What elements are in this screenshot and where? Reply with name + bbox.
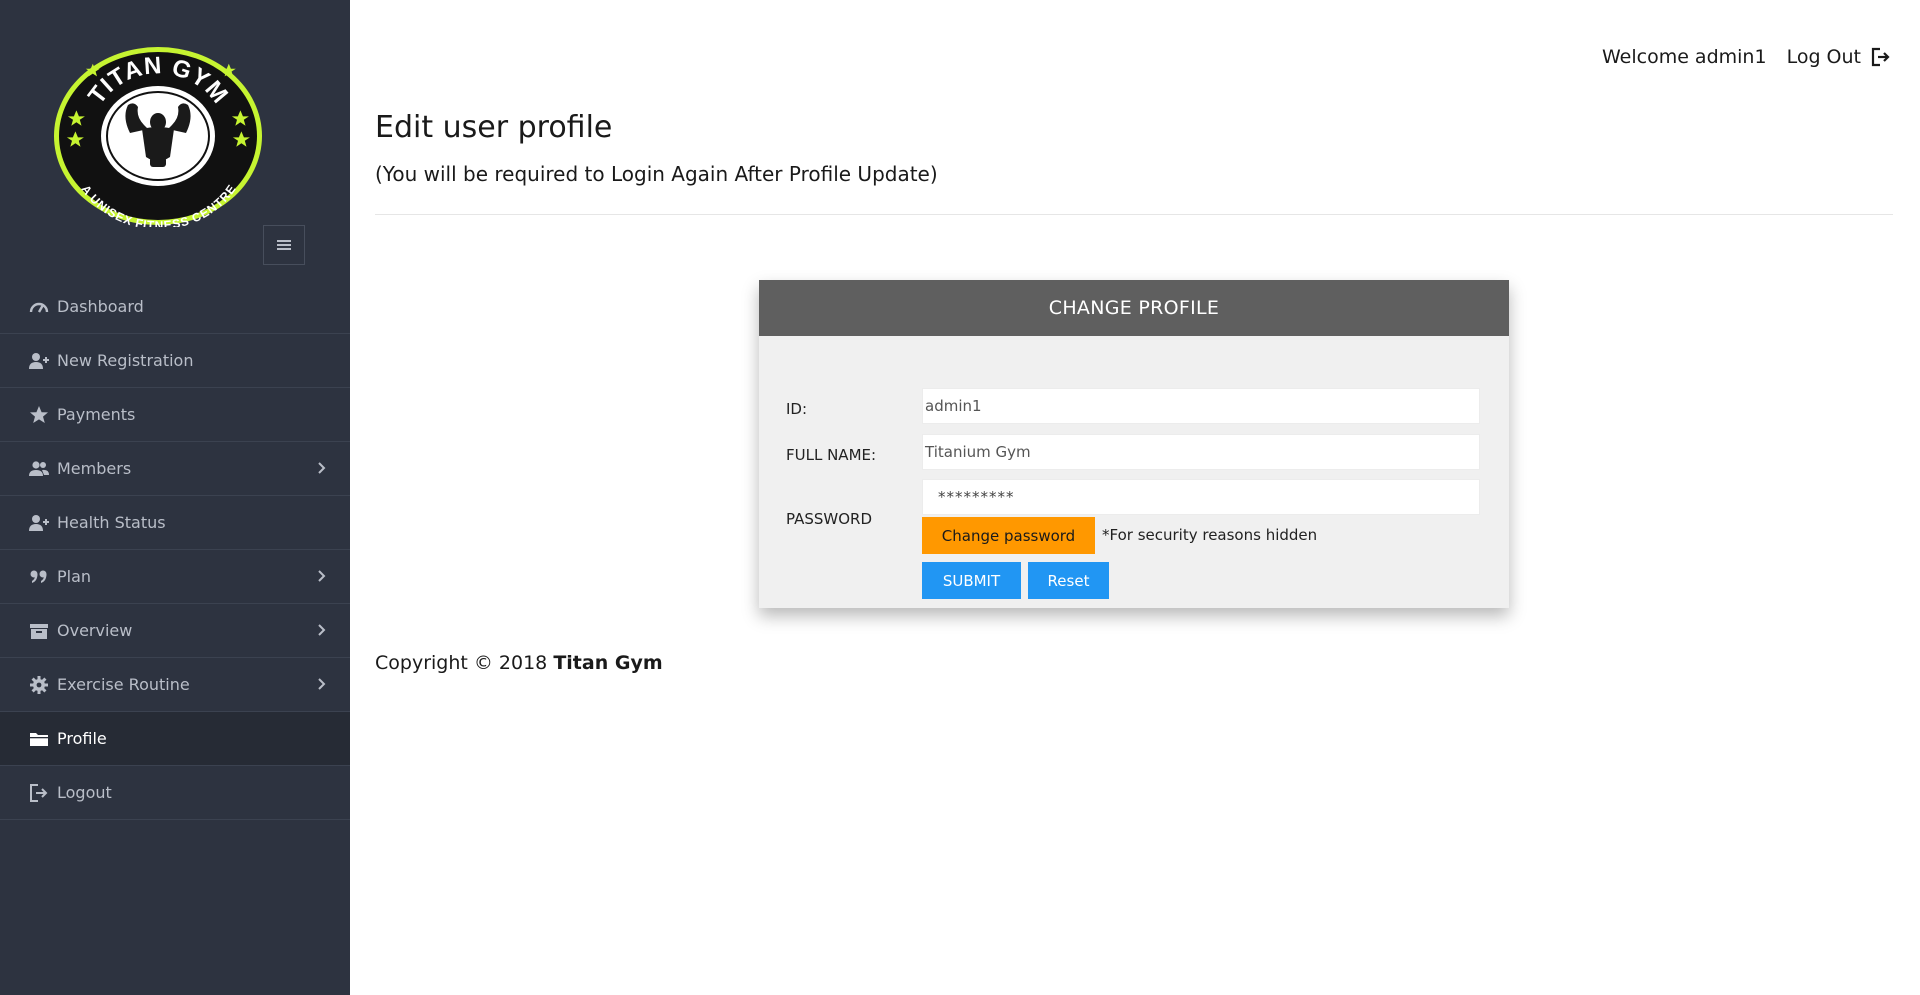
id-field[interactable]: admin1	[922, 388, 1480, 424]
sidebar-item-profile[interactable]: Profile	[0, 712, 350, 766]
dashboard-gauge-icon	[28, 297, 50, 317]
copyright-prefix: Copyright © 2018	[375, 652, 548, 674]
sidebar-item-health-status[interactable]: Health Status	[0, 496, 350, 550]
sidebar-item-members[interactable]: Members	[0, 442, 350, 496]
archive-icon	[28, 621, 50, 641]
copyright: Copyright © 2018 Titan Gym	[375, 652, 663, 674]
sidebar-item-label: Dashboard	[57, 297, 144, 316]
sidebar-item-new-registration[interactable]: New Registration	[0, 334, 350, 388]
sidebar-item-overview[interactable]: Overview	[0, 604, 350, 658]
chevron-right-icon	[318, 462, 326, 474]
user-plus-icon	[28, 513, 50, 533]
fullname-field[interactable]: Titanium Gym	[922, 434, 1480, 470]
sidebar-item-label: Profile	[57, 729, 107, 748]
copyright-brand: Titan Gym	[553, 652, 663, 674]
sidebar-item-label: Payments	[57, 405, 136, 424]
id-label: ID:	[786, 400, 808, 418]
folder-icon	[28, 729, 50, 749]
fullname-label: FULL NAME:	[786, 446, 877, 464]
divider	[375, 214, 1893, 215]
sidebar-item-label: Exercise Routine	[57, 675, 190, 694]
chevron-right-icon	[318, 624, 326, 636]
password-label: PASSWORD	[786, 510, 873, 528]
titan-gym-logo[interactable]: TITAN GYM A UNISEX FITNESS CENTRE	[52, 45, 265, 232]
users-icon	[28, 459, 50, 479]
reset-button[interactable]: Reset	[1028, 562, 1109, 599]
logout-label: Log Out	[1786, 46, 1861, 68]
hamburger-icon	[277, 240, 291, 250]
logout-link[interactable]: Log Out	[1787, 46, 1891, 68]
sidebar-item-label: Members	[57, 459, 132, 478]
page-subtitle: (You will be required to Login Again Aft…	[375, 162, 938, 186]
card-header: CHANGE PROFILE	[759, 280, 1509, 336]
chevron-right-icon	[318, 570, 326, 582]
password-field[interactable]: *********	[922, 479, 1480, 515]
user-plus-icon	[28, 351, 50, 371]
security-note: *For security reasons hidden	[1102, 526, 1318, 544]
change-profile-card: CHANGE PROFILE ID: admin1 FULL NAME: Tit…	[759, 280, 1509, 608]
sidebar-item-label: Logout	[57, 783, 112, 802]
top-bar: Welcome admin1 Log Out	[1602, 43, 1891, 71]
sign-out-icon	[28, 783, 50, 803]
page-title: Edit user profile	[375, 110, 613, 145]
sidebar-nav: Dashboard New Registration Payments Memb…	[0, 280, 350, 820]
sidebar-item-logout[interactable]: Logout	[0, 766, 350, 820]
submit-button[interactable]: SUBMIT	[922, 562, 1021, 599]
sidebar-item-label: Health Status	[57, 513, 166, 532]
sidebar-item-plan[interactable]: Plan	[0, 550, 350, 604]
quote-icon	[28, 567, 50, 587]
sidebar-item-label: New Registration	[57, 351, 194, 370]
sidebar-item-dashboard[interactable]: Dashboard	[0, 280, 350, 334]
change-password-button[interactable]: Change password	[922, 517, 1095, 554]
menu-toggle-button[interactable]	[263, 225, 305, 265]
chevron-right-icon	[318, 678, 326, 690]
sign-out-icon	[1871, 47, 1890, 67]
welcome-text: Welcome admin1	[1601, 46, 1767, 68]
sidebar-item-label: Plan	[57, 567, 92, 586]
sidebar: TITAN GYM A UNISEX FITNESS CENTRE Dashbo…	[0, 0, 350, 995]
sidebar-item-payments[interactable]: Payments	[0, 388, 350, 442]
sidebar-item-label: Overview	[57, 621, 133, 640]
sidebar-item-exercise-routine[interactable]: Exercise Routine	[0, 658, 350, 712]
logo-graphic: TITAN GYM A UNISEX FITNESS CENTRE	[54, 47, 262, 232]
gear-icon	[28, 675, 50, 695]
star-icon	[28, 405, 50, 425]
